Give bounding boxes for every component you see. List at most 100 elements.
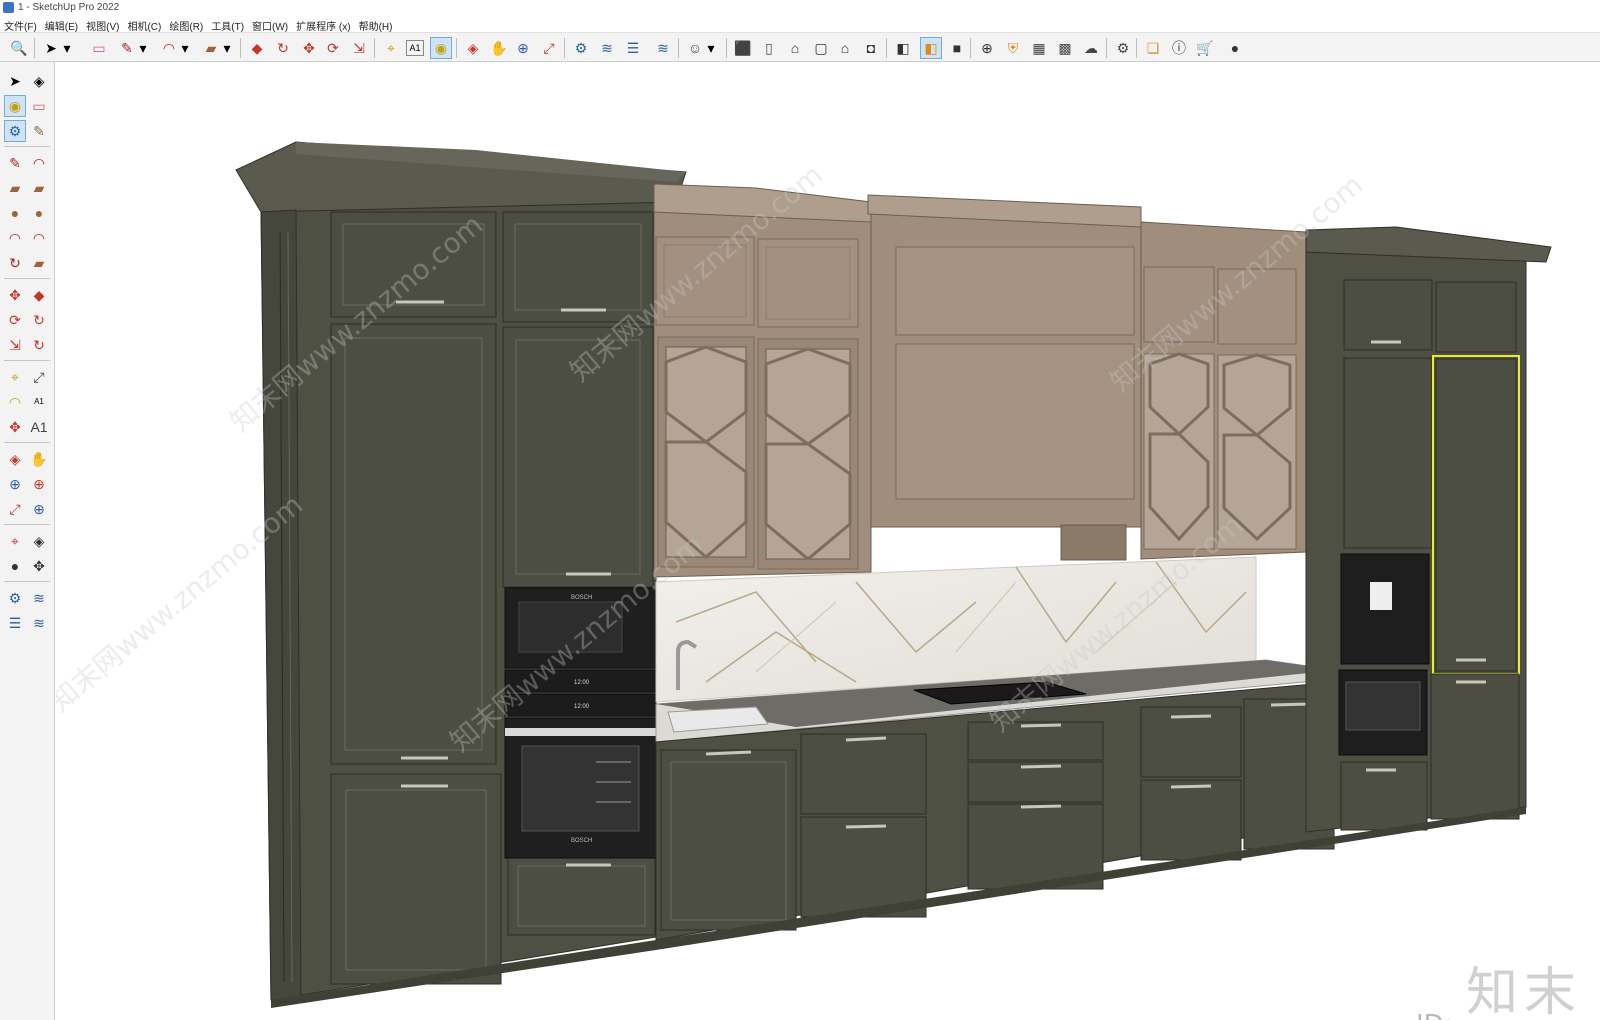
entity-info-icon[interactable]: ⓘ [1168,37,1190,59]
eraser-icon[interactable]: ▭ [88,37,110,59]
classifier-icon[interactable]: ▦ [1028,37,1050,59]
paint-bucket-icon[interactable]: ◉ [430,37,452,59]
user-dropdown-icon[interactable]: ▾ [704,37,718,59]
pan-icon[interactable]: ✋ [488,37,510,59]
back-view-icon[interactable]: ⌂ [834,37,856,59]
line-tool-icon[interactable]: ✎ [116,37,138,59]
axes-icon[interactable]: ✥ [4,416,26,438]
menu-view[interactable]: 视图(V) [82,16,123,33]
trimble-connect-icon[interactable]: ☁ [1080,37,1102,59]
account-icon[interactable]: ● [1224,37,1246,59]
menu-camera[interactable]: 相机(C) [123,16,165,33]
layout-icon[interactable]: ☰ [4,612,26,634]
3d-warehouse-icon[interactable]: ⚙ [570,37,592,59]
menu-draw[interactable]: 绘图(R) [165,16,207,33]
menu-tools[interactable]: 工具(T) [207,16,248,33]
shape-dropdown-icon[interactable]: ▾ [220,37,234,59]
extension-warehouse-icon[interactable]: ≋ [28,587,50,609]
zoom-icon[interactable]: 🔍 [8,37,30,59]
text-tool-icon[interactable]: A1 [406,40,424,56]
select-dropdown-icon[interactable]: ▾ [60,37,74,59]
scale-icon[interactable]: ⇲ [4,334,26,356]
cart-icon[interactable]: 🛒 [1194,37,1216,59]
rotate-icon[interactable]: ⟳ [4,309,26,331]
user-icon[interactable]: ☺ [684,37,706,59]
right-view-icon[interactable]: ▢ [810,37,832,59]
look-around-icon[interactable]: ◈ [28,530,50,552]
tag-tool-icon[interactable]: ✎ [28,120,50,142]
tape-measure-icon[interactable]: ⌖ [4,366,26,388]
arc-tool-icon[interactable]: ◠ [158,37,180,59]
circle-icon[interactable]: ● [4,202,26,224]
freehand-icon[interactable]: ◠ [28,152,50,174]
line-dropdown-icon[interactable]: ▾ [136,37,150,59]
follow-me-icon[interactable]: ↻ [28,309,50,331]
rectangle-icon[interactable]: ▰ [4,177,26,199]
zoom-extents-icon[interactable]: ⤢ [538,37,560,59]
move-icon[interactable]: ✥ [4,284,26,306]
kitchen-cabinet-model[interactable]: BOSCH 12:00 12:00 BOSCH [56,62,1600,1020]
section-cut-icon[interactable]: ■ [946,37,968,59]
tape-measure-icon[interactable]: ⌖ [380,37,402,59]
component-icon[interactable]: ⚙ [4,120,26,142]
line-icon[interactable]: ✎ [4,152,26,174]
paint-bucket-icon[interactable]: ◉ [4,95,26,117]
zoom-window-icon[interactable]: ⊕ [28,473,50,495]
text-icon[interactable]: A1 [28,391,50,413]
section-plane-icon[interactable]: ◧ [892,37,914,59]
left-view-icon[interactable]: ◘ [860,37,882,59]
position-camera-icon[interactable]: ⌖ [4,530,26,552]
layout-icon[interactable]: ☰ [622,37,644,59]
rotate-icon[interactable]: ⟳ [322,37,344,59]
iso-view-icon[interactable]: ⬛ [732,37,754,59]
protractor-icon[interactable]: ◠ [4,391,26,413]
top-view-icon[interactable]: ▯ [758,37,780,59]
zoom-icon[interactable]: ⊕ [4,473,26,495]
checker-icon[interactable]: ▩ [1054,37,1076,59]
front-view-icon[interactable]: ⌂ [784,37,806,59]
scenes-icon[interactable]: ❏ [1142,37,1164,59]
model-viewport[interactable]: BOSCH 12:00 12:00 BOSCH 知末网www.znzmo.com… [56,62,1600,1020]
rotated-rectangle-icon[interactable]: ▰ [28,177,50,199]
3d-text-icon[interactable]: A1 [28,416,50,438]
extension-warehouse-icon[interactable]: ≋ [596,37,618,59]
toggle-terrain-icon[interactable]: ⛨ [1002,37,1024,59]
add-location-icon[interactable]: ⊕ [976,37,998,59]
select-tool-icon[interactable]: ➤ [40,37,62,59]
pan-icon[interactable]: ✋ [28,448,50,470]
menu-edit[interactable]: 编辑(E) [41,16,82,33]
3d-warehouse-icon[interactable]: ⚙ [4,587,26,609]
menu-help[interactable]: 帮助(H) [355,16,397,33]
offset-icon[interactable]: ↻ [28,334,50,356]
extension-manager-icon[interactable]: ≋ [28,612,50,634]
dimension-icon[interactable]: ⤢ [28,366,50,388]
select-icon[interactable]: ➤ [4,70,26,92]
extension-manager-icon[interactable]: ≋ [652,37,674,59]
arc-icon[interactable]: ◠ [4,227,26,249]
menu-file[interactable]: 文件(F) [0,16,41,33]
menu-extensions[interactable]: 扩展程序 (x) [292,16,354,33]
push-pull-icon[interactable]: ◆ [246,37,268,59]
previous-view-icon[interactable]: ⊕ [28,498,50,520]
display-section-icon[interactable]: ◧ [920,37,942,59]
push-pull-icon[interactable]: ◆ [28,284,50,306]
2-point-arc-icon[interactable]: ◠ [28,227,50,249]
move-icon[interactable]: ✥ [298,37,320,59]
pie-icon[interactable]: ▰ [28,252,50,274]
orbit-icon[interactable]: ◈ [4,448,26,470]
lasso-icon[interactable]: ◈ [28,70,50,92]
walk-icon[interactable]: ● [4,555,26,577]
arc-dropdown-icon[interactable]: ▾ [178,37,192,59]
model-settings-icon[interactable]: ⚙ [1112,37,1134,59]
orbit-icon[interactable]: ◈ [462,37,484,59]
rectangle-tool-icon[interactable]: ▰ [200,37,222,59]
follow-me-icon[interactable]: ↻ [272,37,294,59]
section-plane-icon[interactable]: ✥ [28,555,50,577]
zoom-extents-icon[interactable]: ⤢ [4,498,26,520]
menu-window[interactable]: 窗口(W) [248,16,292,33]
scale-icon[interactable]: ⇲ [348,37,370,59]
polygon-icon[interactable]: ● [28,202,50,224]
eraser-icon[interactable]: ▭ [28,95,50,117]
3-point-arc-icon[interactable]: ↻ [4,252,26,274]
zoom-tool-icon[interactable]: ⊕ [512,37,534,59]
